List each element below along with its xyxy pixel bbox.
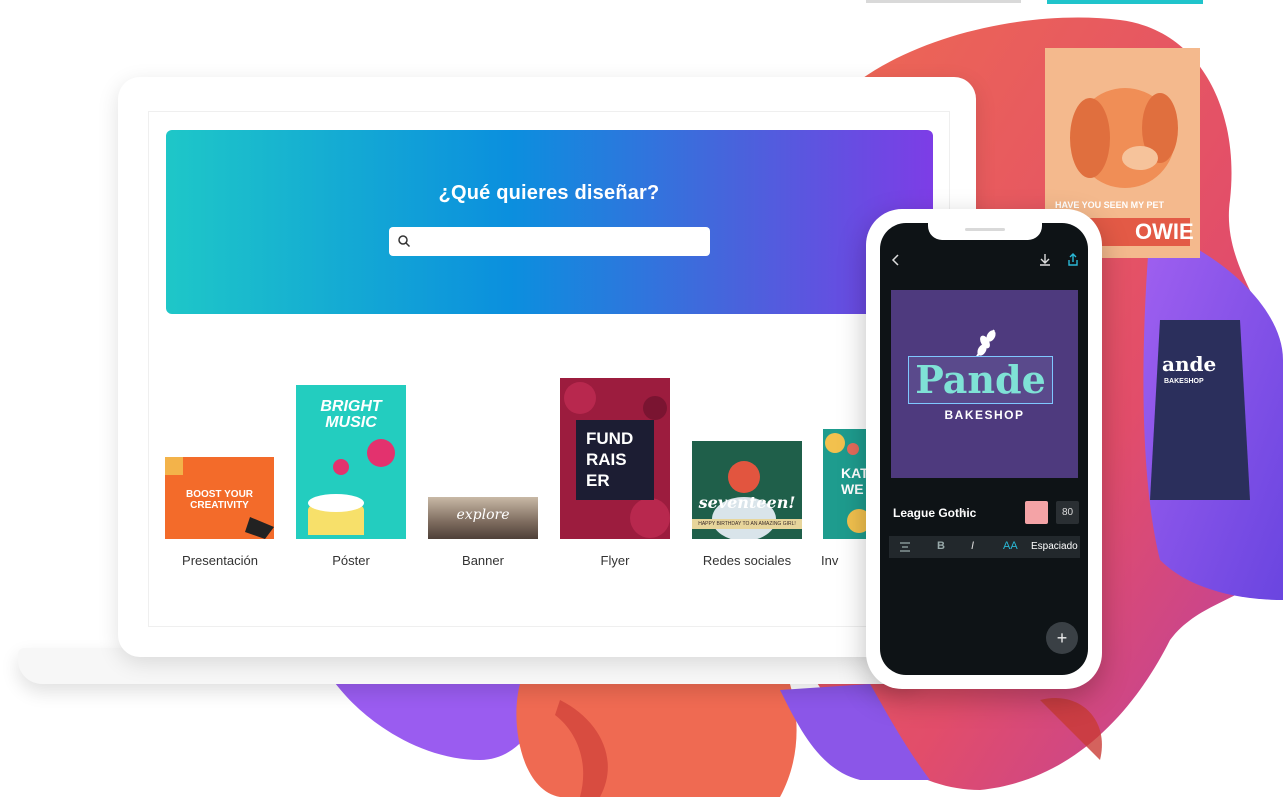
card-text-1: BOOST YOUR	[185, 489, 254, 500]
apron-text: ande	[1162, 352, 1217, 376]
card-text-1: seventeen!	[698, 493, 796, 512]
category-label-poster[interactable]: Póster	[286, 553, 416, 568]
category-label-presentacion[interactable]: Presentación	[155, 553, 285, 568]
category-label-flyer[interactable]: Flyer	[550, 553, 680, 568]
search-icon	[398, 235, 411, 248]
blob-coral-bottom	[516, 684, 797, 797]
card-presentacion[interactable]: BOOST YOUR CREATIVITY	[165, 457, 274, 539]
card-text-1: KAT	[841, 465, 868, 481]
card-flyer[interactable]: FUND RAIS ER	[560, 378, 670, 539]
card-text-1: BRIGHT	[320, 398, 382, 415]
apron-figure: ande BAKESHOP	[1150, 300, 1250, 500]
card-text-2: RAIS	[586, 450, 627, 469]
card-poster[interactable]: BRIGHT MUSIC	[296, 385, 406, 539]
card-text-2: CREATIVITY	[190, 500, 249, 511]
category-label-redes-sociales[interactable]: Redes sociales	[682, 553, 812, 568]
wheat-logo-icon	[975, 329, 996, 359]
share-icon[interactable]	[1066, 252, 1080, 266]
dog-illustration	[1070, 88, 1178, 188]
hero-banner	[166, 130, 933, 314]
card-text-2: MUSIC	[325, 414, 377, 431]
design-subtitle[interactable]: BAKESHOP	[891, 408, 1078, 422]
font-size[interactable]: 80	[1056, 501, 1079, 524]
apron-shape	[1150, 320, 1250, 500]
italic-button[interactable]: I	[971, 540, 974, 552]
category-label-invitacion[interactable]: Inv	[821, 553, 838, 568]
category-label-banner[interactable]: Banner	[418, 553, 548, 568]
font-dropdown-icon[interactable]: ÷	[960, 505, 967, 519]
color-swatch[interactable]	[1025, 501, 1048, 524]
align-center-icon[interactable]	[899, 542, 911, 552]
card-text-2: HAPPY BIRTHDAY TO AN AMAZING GIRL!	[692, 519, 802, 529]
download-icon[interactable]	[1038, 252, 1052, 266]
card-text-2: WE	[841, 481, 864, 497]
card-banner[interactable]: explore	[428, 497, 538, 539]
apron-subtext: BAKESHOP	[1164, 378, 1204, 385]
hero-title: ¿Qué quieres diseñar?	[438, 182, 660, 204]
uppercase-button[interactable]: AA	[1003, 540, 1018, 552]
spacing-button[interactable]: Espaciado	[1031, 541, 1078, 552]
add-button[interactable]: +	[1046, 622, 1078, 654]
search-input[interactable]	[417, 231, 701, 253]
format-toolbar: B I AA Espaciado	[889, 536, 1080, 558]
card-text-1: FUND	[586, 429, 634, 448]
design-title[interactable]: Pande	[908, 356, 1053, 404]
card-text-3: ER	[586, 471, 610, 490]
card-text-1: explore	[456, 507, 510, 523]
card-invitacion[interactable]: KAT WE	[823, 429, 868, 539]
phone-speaker	[965, 228, 1005, 231]
search-bar[interactable]	[389, 227, 710, 256]
card-redes-sociales[interactable]: seventeen! HAPPY BIRTHDAY TO AN AMAZING …	[692, 441, 802, 539]
phone-notch	[928, 222, 1042, 240]
bold-button[interactable]: B	[937, 540, 945, 552]
back-chevron-icon[interactable]	[890, 253, 902, 267]
